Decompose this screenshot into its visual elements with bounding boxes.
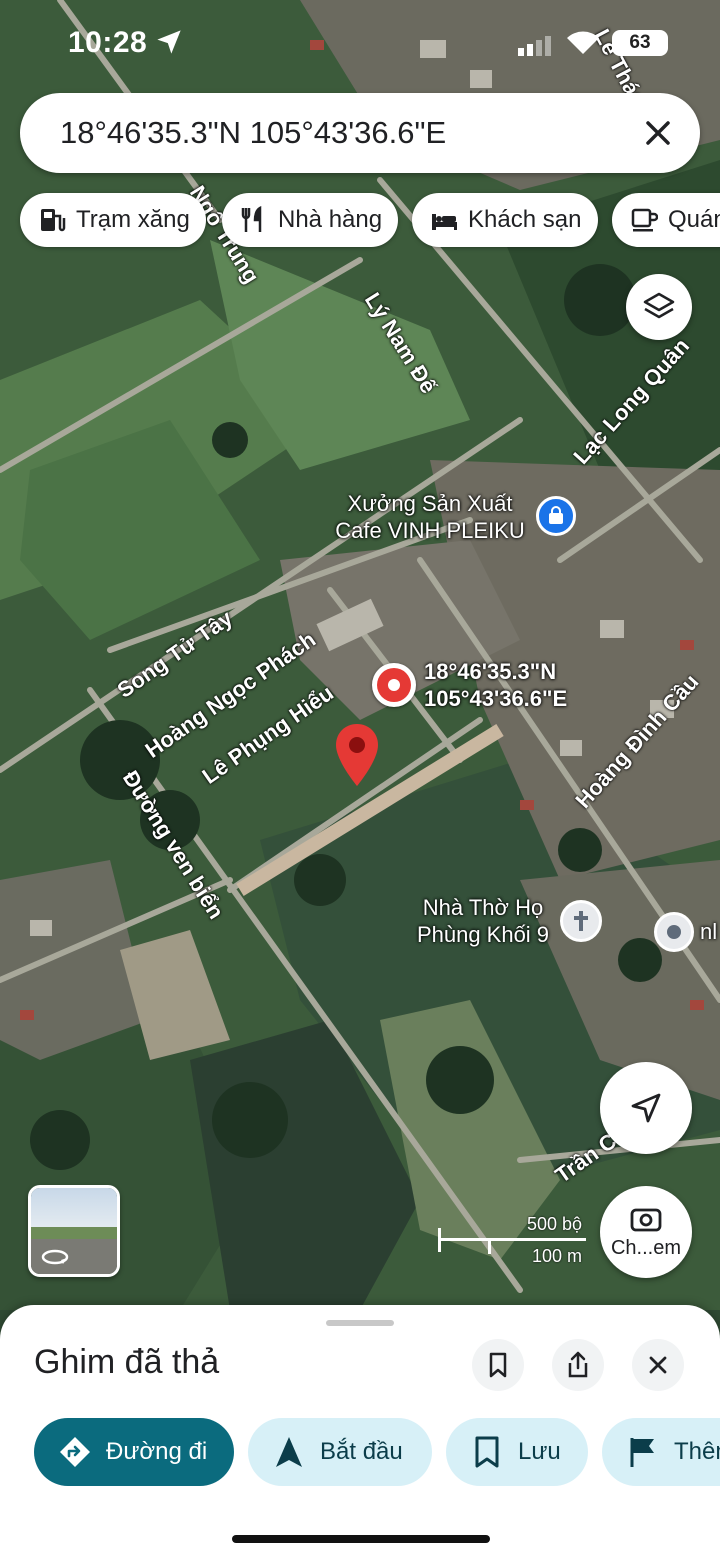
street-view-thumbnail[interactable] xyxy=(28,1185,120,1277)
chip-label: Nhà hàng xyxy=(278,206,383,233)
bookmark-icon xyxy=(475,1436,499,1468)
more-button[interactable]: Thêm xyxy=(602,1418,720,1486)
start-button[interactable]: Bắt đầu xyxy=(248,1418,432,1486)
camera-icon xyxy=(630,1208,662,1231)
hotel-bed-icon xyxy=(432,214,457,230)
directions-icon xyxy=(60,1437,90,1467)
coordinate-label: 18°46'35.3"N 105°43'36.6"E xyxy=(424,659,568,711)
directions-button[interactable]: Đường đi xyxy=(34,1418,234,1486)
church-cross-poi-icon[interactable] xyxy=(560,900,602,942)
maps-screen: Lê Thán Ngô Trung Lý Nam Đế Lạc Long Quâ… xyxy=(0,0,720,1557)
status-time: 10:28 xyxy=(68,26,148,59)
my-location-button[interactable] xyxy=(600,1062,692,1154)
restaurant-icon xyxy=(241,206,262,232)
chip-label: Khách sạn xyxy=(468,206,582,233)
start-label: Bắt đầu xyxy=(320,1438,403,1465)
home-indicator[interactable] xyxy=(232,1535,490,1543)
save-icon-button[interactable] xyxy=(472,1339,524,1391)
close-icon[interactable] xyxy=(638,113,678,153)
rotate-360-icon xyxy=(41,1249,69,1265)
share-button[interactable] xyxy=(552,1339,604,1391)
camera-search-button[interactable]: Ch...em xyxy=(600,1186,692,1278)
navigation-arrow-icon xyxy=(276,1437,302,1467)
wifi-icon xyxy=(567,31,599,54)
coffee-cup-icon xyxy=(631,208,658,232)
navigation-arrow-icon xyxy=(631,1093,661,1123)
generic-poi-icon[interactable] xyxy=(654,912,694,952)
dropped-pin-icon[interactable] xyxy=(334,722,380,788)
save-label: Lưu xyxy=(518,1438,561,1465)
search-input[interactable] xyxy=(60,93,620,173)
chip-label: Trạm xăng xyxy=(76,206,190,233)
layers-icon xyxy=(643,292,675,319)
save-button[interactable]: Lưu xyxy=(446,1418,588,1486)
camera-button-label: Ch...em xyxy=(610,1236,682,1259)
place-sheet: Ghim đã thả Đường đi Bắt đầu Lưu Thêm xyxy=(0,1305,720,1557)
chip-gas-station[interactable]: Trạm xăng xyxy=(20,193,206,247)
search-bar[interactable] xyxy=(20,93,700,173)
close-sheet-button[interactable] xyxy=(632,1339,684,1391)
chip-label: Quán xyxy=(668,206,720,233)
layers-button[interactable] xyxy=(626,274,692,340)
share-icon xyxy=(568,1351,588,1378)
more-label: Thêm xyxy=(674,1438,720,1465)
cellular-signal-icon xyxy=(518,36,551,56)
category-chips: Trạm xăng Nhà hàng Khách sạn Quán xyxy=(20,193,720,247)
location-arrow-icon xyxy=(157,30,181,54)
coordinate-marker-icon[interactable] xyxy=(372,663,416,707)
status-bar: 10:28 63 xyxy=(0,0,720,88)
close-icon xyxy=(649,1356,667,1374)
drag-handle[interactable] xyxy=(326,1320,394,1326)
gas-station-icon xyxy=(41,209,66,232)
poi-label-factory[interactable]: Xưởng Sản Xuất Cafe VINH PLEIKU xyxy=(330,490,530,544)
battery-indicator: 63 xyxy=(612,30,668,56)
flag-icon xyxy=(630,1438,654,1467)
sheet-title: Ghim đã thả xyxy=(34,1343,220,1381)
chip-cafe[interactable]: Quán xyxy=(612,193,720,247)
map-scale: 500 bộ 100 m xyxy=(438,1212,588,1272)
directions-label: Đường đi xyxy=(106,1438,208,1465)
poi-label-edge: nl xyxy=(700,919,718,944)
shopping-bag-poi-icon[interactable] xyxy=(536,496,576,536)
chip-hotel[interactable]: Khách sạn xyxy=(412,193,598,247)
bookmark-icon xyxy=(489,1352,507,1378)
chip-restaurant[interactable]: Nhà hàng xyxy=(222,193,398,247)
poi-label-church[interactable]: Nhà Thờ Họ Phùng Khối 9 xyxy=(408,894,558,948)
